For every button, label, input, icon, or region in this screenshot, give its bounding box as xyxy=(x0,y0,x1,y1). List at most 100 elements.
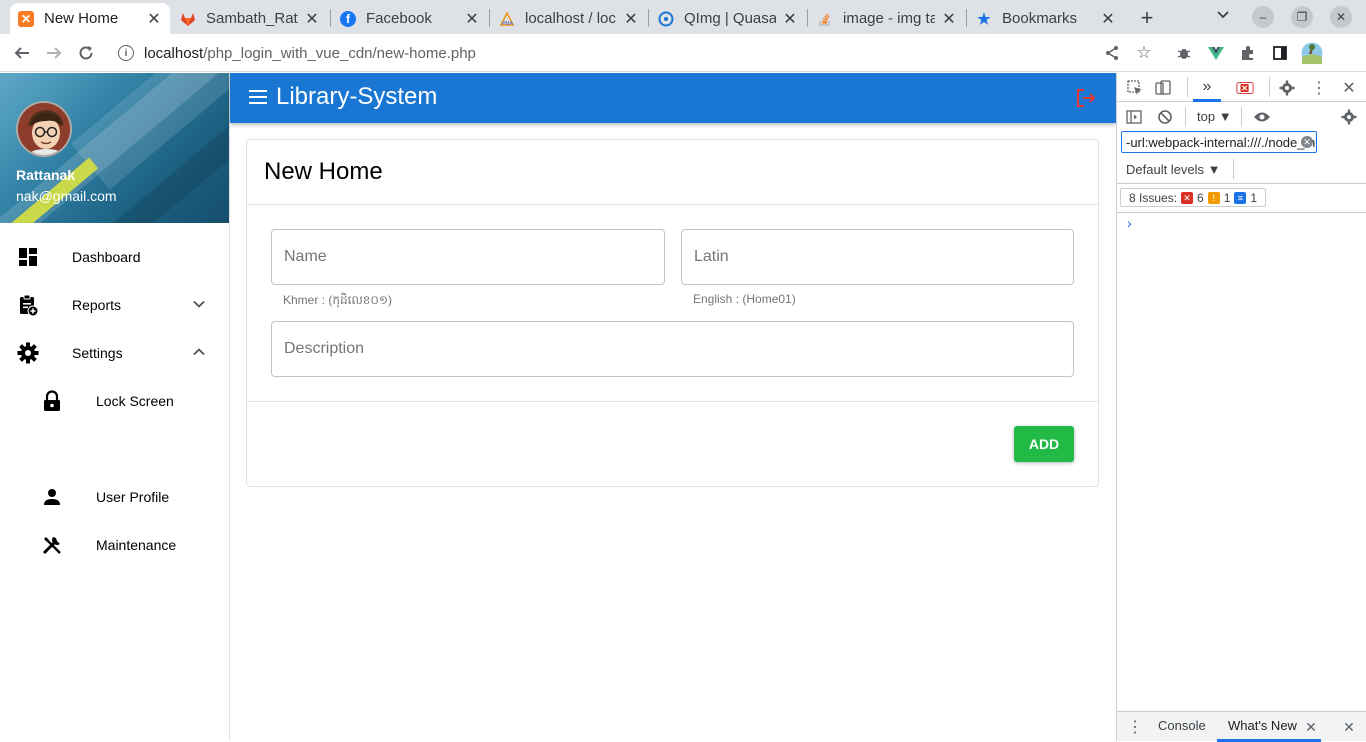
levels-label: Default levels xyxy=(1126,162,1205,177)
devtools-drawer-tabs: ⋮ Console What's New ✕ ✕ xyxy=(1117,711,1366,742)
tab-title: QImg | Quasa xyxy=(684,10,776,27)
tab-whats-new[interactable]: What's New xyxy=(1228,718,1297,733)
address-bar[interactable]: i localhost/php_login_with_vue_cdn/new-h… xyxy=(110,38,1100,68)
chevron-up-icon[interactable] xyxy=(192,345,206,362)
forward-button[interactable] xyxy=(42,41,66,65)
arrow-left-icon xyxy=(14,47,29,59)
browser-tab-bookmarks[interactable]: ★ Bookmarks ✕ xyxy=(968,3,1124,34)
device-toolbar-icon[interactable] xyxy=(1154,79,1172,97)
latin-hint: English : (Home01) xyxy=(693,292,796,306)
console-settings-gear-icon[interactable] xyxy=(1340,108,1358,126)
sidebar-item-lock-screen[interactable]: Lock Screen xyxy=(0,377,229,425)
sidebar-item-maintenance[interactable]: Maintenance xyxy=(0,521,229,569)
latin-placeholder: Latin xyxy=(694,248,729,265)
tab-console[interactable]: Console xyxy=(1158,718,1206,733)
dashboard-icon xyxy=(16,245,40,269)
star-icon: ★ xyxy=(977,10,991,28)
bug-extension-icon[interactable] xyxy=(1173,42,1195,64)
devtools-settings-gear-icon[interactable] xyxy=(1278,79,1296,97)
hamburger-menu-icon[interactable] xyxy=(249,90,267,104)
info-icon: ≡ xyxy=(1234,191,1247,204)
sidebar-item-label: Settings xyxy=(72,345,123,361)
site-info-icon[interactable]: i xyxy=(118,45,134,61)
divider xyxy=(247,204,1098,205)
filter-text: -url:webpack-internal:///./node_modules xyxy=(1126,135,1316,150)
close-tab-icon[interactable]: ✕ xyxy=(623,9,639,29)
close-devtools-icon[interactable]: ✕ xyxy=(1340,79,1358,97)
add-button[interactable]: ADD xyxy=(1014,426,1074,462)
latin-field[interactable]: Latin xyxy=(681,229,1074,285)
more-tabs-icon[interactable]: » xyxy=(1198,78,1216,96)
user-name: Rattanak xyxy=(16,167,76,183)
share-icon[interactable] xyxy=(1101,42,1123,64)
issues-counter[interactable]: 8 Issues: ✕ 6 ! 1 ≡ 1 xyxy=(1120,188,1267,207)
xampp-icon: ✕ xyxy=(18,10,34,27)
devtools-panel: » ⋮ ✕ top ▼ -url:webpack-internal:///./n… xyxy=(1116,73,1366,742)
close-tab-icon[interactable]: ✕ xyxy=(1100,9,1116,29)
clear-console-icon[interactable] xyxy=(1156,108,1174,126)
back-button[interactable] xyxy=(10,41,34,65)
sidebar-item-settings[interactable]: Settings xyxy=(0,329,229,377)
browser-tab-bar: ✕ New Home ✕ Sambath_Ratt ✕ f Facebook ✕… xyxy=(0,0,1366,34)
inspect-element-icon[interactable] xyxy=(1126,79,1144,97)
drawer-menu-icon[interactable]: ⋮ xyxy=(1126,718,1144,736)
close-tab-icon[interactable]: ✕ xyxy=(464,9,480,29)
person-icon xyxy=(40,485,64,509)
clear-filter-icon[interactable]: ✕ xyxy=(1301,136,1313,148)
restore-window-button[interactable]: ❐ xyxy=(1291,6,1313,28)
svg-text:PMA: PMA xyxy=(502,21,514,27)
context-selector[interactable]: top ▼ xyxy=(1197,109,1232,124)
close-window-button[interactable]: ✕ xyxy=(1330,6,1352,28)
console-filter-input[interactable]: -url:webpack-internal:///./node_modules … xyxy=(1121,131,1317,153)
sidebar-item-user-profile[interactable]: User Profile xyxy=(0,473,229,521)
url-host: localhost xyxy=(144,44,204,62)
name-field[interactable]: Name xyxy=(271,229,665,285)
new-tab-button[interactable]: + xyxy=(1136,5,1158,31)
eye-icon[interactable] xyxy=(1253,108,1271,126)
browser-tab-phpmyadmin[interactable]: PMA localhost / loc ✕ xyxy=(491,3,647,34)
profile-avatar[interactable] xyxy=(1301,42,1323,64)
bookmark-star-icon[interactable]: ☆ xyxy=(1133,42,1155,64)
close-tab-icon[interactable]: ✕ xyxy=(146,9,162,29)
sidebar-item-dashboard[interactable]: Dashboard xyxy=(0,233,229,281)
log-levels-dropdown[interactable]: Default levels ▼ xyxy=(1126,162,1221,177)
gear-icon xyxy=(16,341,40,365)
browser-tab-new-home[interactable]: ✕ New Home ✕ xyxy=(10,3,170,34)
browser-tab-gitlab[interactable]: Sambath_Ratt ✕ xyxy=(172,3,328,34)
tools-icon xyxy=(40,533,64,557)
lock-icon xyxy=(40,389,64,413)
console-prompt[interactable]: › xyxy=(1127,215,1132,231)
sidebar-toggle-icon[interactable] xyxy=(1125,108,1143,126)
reload-icon xyxy=(79,46,93,60)
close-tab-icon[interactable]: ✕ xyxy=(782,9,798,29)
gitlab-icon xyxy=(180,11,196,27)
close-tab-icon[interactable]: ✕ xyxy=(941,9,957,29)
vue-devtools-icon[interactable] xyxy=(1205,42,1227,64)
minimize-window-button[interactable]: – xyxy=(1252,6,1274,28)
logout-icon[interactable] xyxy=(1075,87,1097,109)
close-drawer-icon[interactable]: ✕ xyxy=(1340,718,1358,736)
error-count-icon[interactable] xyxy=(1236,79,1254,97)
kebab-menu-icon[interactable]: ⋮ xyxy=(1310,79,1328,97)
warning-icon: ! xyxy=(1207,191,1220,204)
extensions-puzzle-icon[interactable] xyxy=(1237,42,1259,64)
tab-search-chevron-icon[interactable] xyxy=(1216,7,1230,24)
browser-tab-stackoverflow[interactable]: image - img ta ✕ xyxy=(809,3,965,34)
info-count: 1 xyxy=(1250,190,1258,205)
page-title: New Home xyxy=(264,158,383,185)
user-email: nak@gmail.com xyxy=(16,188,117,204)
browser-tab-facebook[interactable]: f Facebook ✕ xyxy=(332,3,488,34)
sidebar-item-reports[interactable]: Reports xyxy=(0,281,229,329)
reload-button[interactable] xyxy=(74,41,98,65)
description-field[interactable]: Description xyxy=(271,321,1074,377)
avatar[interactable] xyxy=(16,101,72,157)
side-panel-icon[interactable] xyxy=(1269,42,1291,64)
tab-title: image - img ta xyxy=(843,10,935,27)
divider xyxy=(247,401,1098,402)
sidebar-item-label: Dashboard xyxy=(72,249,141,265)
close-tab-icon[interactable]: ✕ xyxy=(1302,718,1320,736)
chevron-down-icon[interactable] xyxy=(192,297,206,314)
close-tab-icon[interactable]: ✕ xyxy=(304,9,320,29)
browser-tab-quasar[interactable]: QImg | Quasa ✕ xyxy=(650,3,806,34)
sidebar-item-label: User Profile xyxy=(96,489,170,505)
